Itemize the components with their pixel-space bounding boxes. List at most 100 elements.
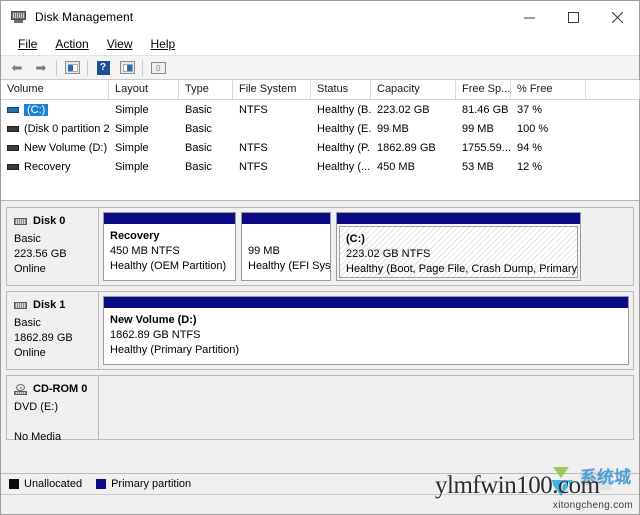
partition-block[interactable]: Recovery 450 MB NTFS Healthy (OEM Partitio…	[103, 212, 236, 281]
partition-title: (C:)	[346, 233, 365, 245]
disk-size: 1862.89 GB	[14, 332, 73, 344]
cell-status: Healthy (...	[317, 160, 371, 173]
help-button[interactable]: ?	[91, 57, 115, 78]
disk-management-icon	[10, 9, 28, 25]
cell-percent_free: 100 %	[517, 122, 549, 135]
back-button[interactable]: ⬅	[5, 57, 29, 78]
partition-area: New Volume (D:) 1862.89 GB NTFS Healthy (P…	[99, 292, 633, 369]
show-hide-console-tree-button[interactable]	[60, 57, 84, 78]
disk-name-row: Disk 1	[14, 299, 98, 311]
volume-dark-icon	[7, 144, 19, 151]
partition-title: New Volume (D:)	[110, 314, 197, 326]
partition-block[interactable]: 99 MB Healthy (EFI Syste	[241, 212, 331, 281]
legend-item: Primary partition	[96, 478, 191, 490]
partition-type-bar	[104, 213, 235, 224]
partition-size: 223.02 GB NTFS	[346, 248, 431, 260]
partition-text: New Volume (D:) 1862.89 GB NTFS Healthy (P…	[104, 308, 628, 358]
volume-blue-icon	[7, 106, 19, 113]
column-header-type[interactable]: Type	[179, 80, 233, 99]
partition-text: (C:) 223.02 GB NTFS Healthy (Boot, Page Fi…	[340, 227, 577, 277]
partition-block[interactable]: (C:) 223.02 GB NTFS Healthy (Boot, Page Fi…	[336, 212, 581, 281]
disk-info[interactable]: Disk 0 Basic 223.56 GB Online	[7, 208, 99, 285]
disk-info[interactable]: CD-ROM 0 DVD (E:) No Media	[7, 376, 99, 443]
cell-capacity: 223.02 GB	[377, 103, 430, 116]
cell-status: Healthy (P...	[317, 141, 371, 154]
disk-type: Basic	[14, 233, 41, 245]
rescan-icon: ▯	[150, 61, 166, 74]
volume-list-empty-area	[1, 176, 639, 200]
partition-title: Recovery	[110, 230, 160, 242]
toolbar: ⬅ ➡ ? ▯	[1, 56, 639, 80]
cell-type: Basic	[185, 141, 212, 154]
cd-rom-icon	[14, 383, 27, 395]
rescan-disks-button[interactable]: ▯	[146, 57, 170, 78]
column-header-status[interactable]: Status	[311, 80, 371, 99]
column-header-capacity[interactable]: Capacity	[371, 80, 456, 99]
volume-label: New Volume (D:)	[24, 141, 108, 154]
disk-state: Online	[14, 347, 46, 359]
menu-item-help[interactable]: Help	[142, 35, 185, 53]
volume-list-header: Volume Layout Type File System Status Capacit…	[1, 80, 640, 100]
column-header-file-system[interactable]: File System	[233, 80, 311, 99]
cell-file_system: NTFS	[239, 103, 268, 116]
maximize-button[interactable]	[551, 1, 595, 33]
column-header-free[interactable]: % Free	[511, 80, 586, 99]
properties-button[interactable]	[115, 57, 139, 78]
console-tree-icon	[64, 61, 80, 74]
partition-status: Healthy (EFI Syste	[248, 260, 330, 272]
partition-body: Recovery 450 MB NTFS Healthy (OEM Partitio…	[104, 224, 235, 280]
volume-list-body: (C:) Simple Basic NTFS Healthy (B... 223.02 G…	[1, 100, 639, 176]
table-row[interactable]: Recovery Simple Basic NTFS Healthy (... 450 M…	[1, 157, 639, 176]
disk-panel[interactable]: Disk 1 Basic 1862.89 GB Online New Volume (D…	[6, 291, 634, 370]
partition-text: 99 MB Healthy (EFI Syste	[242, 224, 330, 274]
cell-type: Basic	[185, 160, 212, 173]
disk-type: DVD (E:)	[14, 401, 58, 413]
menu-item-action[interactable]: Action	[46, 35, 97, 53]
cell-capacity: 450 MB	[377, 160, 415, 173]
toolbar-separator	[142, 59, 143, 76]
column-header-free-sp[interactable]: Free Sp...	[456, 80, 511, 99]
disk-panel[interactable]: CD-ROM 0 DVD (E:) No Media	[6, 375, 634, 443]
menu-item-view[interactable]: View	[98, 35, 142, 53]
table-row[interactable]: New Volume (D:) Simple Basic NTFS Healthy (P…	[1, 138, 639, 157]
volume-label: Recovery	[24, 160, 71, 173]
help-question-icon: ?	[96, 60, 110, 75]
legend-item: Unallocated	[9, 478, 82, 490]
window-title: Disk Management	[35, 10, 134, 24]
minimize-button[interactable]	[507, 1, 551, 33]
volume-name-cell: Recovery	[1, 161, 109, 173]
disk-info[interactable]: Disk 1 Basic 1862.89 GB Online	[7, 292, 99, 369]
column-header-volume[interactable]: Volume	[1, 80, 109, 99]
partition-block[interactable]: New Volume (D:) 1862.89 GB NTFS Healthy (P…	[103, 296, 629, 365]
status-bar	[1, 494, 639, 514]
partition-title	[248, 229, 325, 244]
partition-size: 1862.89 GB NTFS	[110, 329, 201, 341]
partition-status: Healthy (Boot, Page File, Crash Dump, Pr…	[346, 263, 577, 275]
disk-panel[interactable]: Disk 0 Basic 223.56 GB Online Recovery 450 MB…	[6, 207, 634, 286]
legend-swatch	[96, 479, 107, 489]
close-button[interactable]	[595, 1, 639, 33]
partition-body: New Volume (D:) 1862.89 GB NTFS Healthy (P…	[104, 308, 628, 364]
legend-swatch	[9, 479, 19, 489]
column-header-blank[interactable]	[586, 80, 640, 99]
cell-capacity: 1862.89 GB	[377, 141, 436, 154]
disk-state: Online	[14, 263, 46, 275]
table-row[interactable]: (Disk 0 partition 2) Simple Basic Healthy (…	[1, 119, 639, 138]
cell-status: Healthy (B...	[317, 103, 371, 116]
forward-button[interactable]: ➡	[29, 57, 53, 78]
table-row[interactable]: (C:) Simple Basic NTFS Healthy (B... 223.02 G…	[1, 100, 639, 119]
unused-disk-space	[586, 212, 629, 281]
cell-percent_free: 94 %	[517, 141, 543, 154]
volume-dark-icon	[7, 125, 19, 132]
partition-type-bar	[337, 213, 580, 224]
volume-label: (C:)	[24, 103, 49, 116]
disk-management-window: Disk Management File Action View Help ⬅ …	[0, 0, 640, 515]
cell-layout: Simple	[115, 103, 149, 116]
column-header-layout[interactable]: Layout	[109, 80, 179, 99]
cell-type: Basic	[185, 122, 212, 135]
menu-item-file[interactable]: File	[9, 35, 46, 53]
cell-layout: Simple	[115, 160, 149, 173]
cell-free_space: 53 MB	[462, 160, 494, 173]
cell-free_space: 99 MB	[462, 122, 494, 135]
cell-free_space: 1755.59...	[462, 141, 511, 154]
